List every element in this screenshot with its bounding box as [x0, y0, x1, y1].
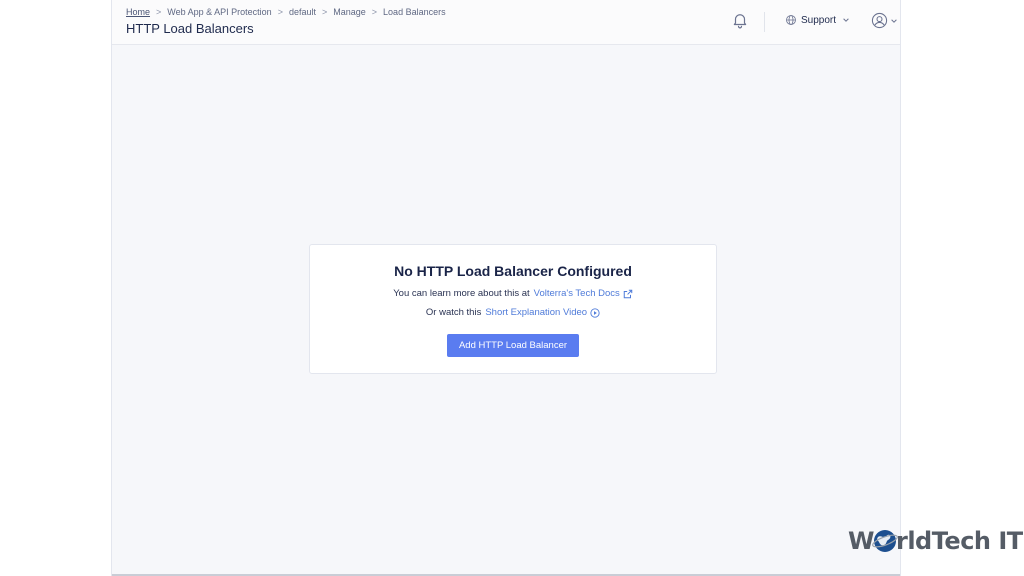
bell-icon[interactable]: [731, 11, 749, 29]
globe-logo-icon: [872, 530, 898, 552]
breadcrumb-separator-icon: >: [156, 7, 162, 17]
external-link-icon[interactable]: [623, 289, 633, 299]
tech-docs-link[interactable]: Volterra's Tech Docs: [534, 288, 620, 299]
chevron-down-icon: [843, 18, 849, 22]
chevron-down-icon: [891, 18, 897, 23]
app-window: Home > Web App & API Protection > defaul…: [111, 0, 901, 576]
page-title: HTTP Load Balancers: [126, 21, 254, 36]
support-menu[interactable]: Support: [785, 14, 850, 26]
breadcrumb-separator-icon: >: [277, 7, 283, 17]
breadcrumb-load-balancers: Load Balancers: [383, 7, 446, 17]
docs-line-text: You can learn more about this at: [393, 288, 530, 299]
docs-line: You can learn more about this at Volterr…: [310, 288, 716, 299]
breadcrumb-home[interactable]: Home: [126, 7, 150, 17]
worldtech-it-watermark: W rldTech IT: [848, 527, 1023, 555]
watermark-text-end: rldTech IT: [895, 527, 1023, 555]
page-header: Home > Web App & API Protection > defaul…: [112, 0, 900, 45]
add-http-load-balancer-button[interactable]: Add HTTP Load Balancer: [446, 334, 580, 357]
watermark-text-start: W: [848, 527, 874, 555]
account-menu[interactable]: [871, 12, 898, 29]
breadcrumb-web-app-api-protection[interactable]: Web App & API Protection: [167, 7, 271, 17]
globe-icon: [786, 15, 796, 25]
explanation-video-link[interactable]: Short Explanation Video: [485, 307, 587, 318]
play-circle-icon[interactable]: [590, 307, 600, 318]
breadcrumb-default[interactable]: default: [289, 7, 316, 17]
empty-state-card: No HTTP Load Balancer Configured You can…: [309, 244, 717, 374]
breadcrumb-separator-icon: >: [371, 7, 378, 17]
header-divider: [764, 12, 765, 32]
breadcrumb-manage[interactable]: Manage: [333, 7, 366, 17]
breadcrumb: Home > Web App & API Protection > defaul…: [126, 7, 446, 17]
support-label: Support: [801, 14, 837, 26]
video-line: Or watch this Short Explanation Video: [310, 307, 716, 318]
breadcrumb-separator-icon: >: [321, 7, 328, 17]
video-line-text: Or watch this: [425, 307, 482, 318]
empty-state-title: No HTTP Load Balancer Configured: [394, 263, 632, 279]
user-icon: [871, 12, 888, 29]
